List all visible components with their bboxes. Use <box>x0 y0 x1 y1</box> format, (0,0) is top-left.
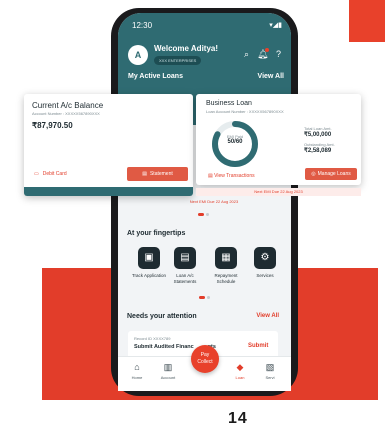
nav-label: Servi <box>265 375 275 380</box>
manage-loans-label: Manage Loans <box>317 171 351 177</box>
carousel-dot[interactable] <box>207 296 210 299</box>
bell-icon[interactable]: 🔔︎ <box>257 48 269 60</box>
debit-card-link[interactable]: ▭ Debit Card <box>34 171 67 177</box>
active-loans-row: My Active Loans View All <box>128 73 284 80</box>
nav-account[interactable]: ▥ Account <box>154 362 182 380</box>
welcome-row: A Welcome Aditya! XXX ENTERPRISES ⌕ 🔔︎ ? <box>128 43 284 69</box>
nav-label: Home <box>131 375 143 380</box>
carousel-dot-active[interactable] <box>198 213 204 216</box>
account-number: Account Number : XXXXX567890XXX <box>32 111 100 116</box>
bank-icon: ▥ <box>163 362 173 372</box>
account-balance: ₹87,970.50 <box>32 121 73 130</box>
help-icon[interactable]: ? <box>273 49 284 60</box>
services-icon: ⚙ <box>254 247 276 269</box>
statement-button[interactable]: ▤ Statement <box>127 167 188 181</box>
nav-home[interactable]: ⌂ Home <box>123 362 151 380</box>
attention-row: Needs your attention View All <box>127 313 279 320</box>
document-icon: ▤ <box>142 171 147 177</box>
business-loan-card[interactable]: Business Loan Loan Account Number : XXXX… <box>196 94 361 185</box>
calendar-icon: ▦ <box>215 247 237 269</box>
carousel-dot-active[interactable] <box>199 296 205 299</box>
settings-icon: ◎ <box>311 171 316 177</box>
welcome-text: Welcome Aditya! <box>154 44 219 53</box>
pay-label: Pay <box>200 352 210 358</box>
loan-account-number: Loan Account Number : XXXXX567890XXX <box>206 109 284 114</box>
attention-text-main: Submit Audited Financ <box>134 344 194 350</box>
manage-loans-button[interactable]: ◎ Manage Loans <box>305 168 357 180</box>
nav-label: Account <box>160 375 176 380</box>
current-account-title: Current A/c Balance <box>32 101 104 110</box>
view-transactions-link[interactable]: ▤ View Transactions <box>208 173 255 179</box>
status-time: 12:30 <box>132 21 153 30</box>
tile-label: Repayment Schedule <box>214 273 238 284</box>
notification-dot <box>265 48 269 52</box>
total-loan-value: ₹5,00,000 <box>304 132 332 138</box>
decorative-corner-square <box>349 0 385 42</box>
tile-label: Track Application <box>131 273 167 278</box>
loan-stats: Total Loan Amt. ₹5,00,000 Outstanding Am… <box>304 126 335 158</box>
view-transactions-label: View Transactions <box>214 173 255 179</box>
fingertips-dots <box>199 296 210 299</box>
search-icon[interactable]: ⌕ <box>241 49 252 60</box>
tile-track-application[interactable]: ▣ Track Application <box>130 247 168 279</box>
page-number: 14 <box>228 410 248 426</box>
carousel-dots <box>198 213 209 216</box>
home-icon: ⌂ <box>134 362 140 372</box>
avatar[interactable]: A <box>128 45 148 65</box>
carousel-dot[interactable] <box>206 213 209 216</box>
outstanding-value: ₹2,58,089 <box>304 148 332 154</box>
company-pill[interactable]: XXX ENTERPRISES <box>154 56 202 65</box>
loan-icon: ◆ <box>236 362 244 372</box>
tile-loan-statements[interactable]: ▤ Loan A/c Statements <box>166 247 204 285</box>
status-bar: 12:30 ▾◢▮ <box>132 21 282 30</box>
view-all-attention-link[interactable]: View All <box>256 313 279 320</box>
nav-services[interactable]: ▧ Servi <box>256 362 284 380</box>
tile-services[interactable]: ⚙ Services <box>246 247 284 279</box>
card-icon: ▭ <box>34 171 39 177</box>
emi-ring-text: EMI Paid 50/60 <box>210 134 260 145</box>
submit-button[interactable]: Submit <box>248 343 268 349</box>
services-icon: ▧ <box>265 362 275 372</box>
collect-label: Collect <box>197 359 213 365</box>
tile-label: Services <box>256 273 274 278</box>
next-emi-banner: Next EMI Due 22 Aug 2023 <box>196 188 361 196</box>
pay-collect-button[interactable]: Pay Collect <box>191 345 219 373</box>
nav-label: Loan <box>235 375 245 380</box>
attention-title: Needs your attention <box>127 313 197 320</box>
section-title: My Active Loans <box>128 73 183 80</box>
tile-repayment-schedule[interactable]: ▦ Repayment Schedule <box>207 247 245 285</box>
view-all-loans-link[interactable]: View All <box>258 73 284 80</box>
document-icon: ▤ <box>208 173 213 179</box>
next-emi-text: Next EMI Due 22 Aug 2023 <box>189 199 239 204</box>
attention-ref: Record ID XXXX789 <box>134 336 171 341</box>
status-icons: ▾◢▮ <box>269 22 282 29</box>
emi-value: 50/60 <box>227 139 243 145</box>
statement-label: Statement <box>149 171 173 177</box>
nav-loan[interactable]: ◆ Loan <box>226 362 254 380</box>
tile-label: Loan A/c Statements <box>173 273 197 284</box>
card-footer-strip <box>24 187 193 196</box>
statement-icon: ▤ <box>174 247 196 269</box>
header-icons: ⌕ 🔔︎ ? <box>241 48 284 60</box>
current-account-card[interactable]: Current A/c Balance Account Number : XXX… <box>24 94 193 196</box>
fingertips-title: At your fingertips <box>127 230 186 237</box>
business-loan-title: Business Loan <box>206 100 252 107</box>
track-icon: ▣ <box>138 247 160 269</box>
debit-card-label: Debit Card <box>42 171 67 177</box>
